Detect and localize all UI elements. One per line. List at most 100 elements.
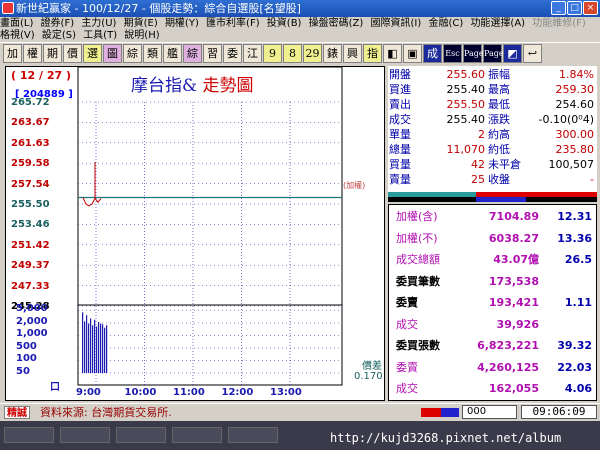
menu-screen[interactable]: 畫面(L) bbox=[0, 18, 33, 29]
maximize-button[interactable]: □ bbox=[567, 1, 582, 15]
code-input[interactable]: 000 bbox=[462, 405, 517, 419]
volume-bar bbox=[84, 321, 86, 373]
mini-bar-red bbox=[421, 408, 441, 417]
quote-row: 單量 2 約高 300.00 bbox=[388, 129, 597, 141]
taskbar-item[interactable] bbox=[4, 427, 54, 443]
volume-bar bbox=[96, 326, 98, 373]
price-tick: 257.54 bbox=[11, 178, 50, 190]
index-label: 委買張數 bbox=[396, 339, 440, 352]
tb-button-10[interactable]: 綜 bbox=[183, 44, 202, 63]
taskbar-item[interactable] bbox=[116, 427, 166, 443]
index-value: 7104.89 bbox=[488, 210, 539, 223]
taskbar-item[interactable] bbox=[228, 427, 278, 443]
menu-function-repair[interactable]: 功能維修(F) bbox=[532, 18, 586, 29]
menu-futures[interactable]: 期貨(E) bbox=[124, 18, 158, 29]
tb-button-11[interactable]: 習 bbox=[203, 44, 222, 63]
menu-help[interactable]: 說明(H) bbox=[124, 30, 159, 41]
quote-value: 255.50 bbox=[446, 98, 486, 111]
index-right: 22.03 bbox=[557, 360, 592, 374]
tb-button-18[interactable]: 興 bbox=[343, 44, 362, 63]
menu-options[interactable]: 期權(Y) bbox=[165, 18, 199, 29]
quote-value: 235.80 bbox=[555, 143, 595, 156]
menu-securities[interactable]: 證券(F) bbox=[41, 18, 75, 29]
index-panel: 加權(含) 7104.89 12.31 加權(不) 6038.27 13.36 成交… bbox=[388, 204, 597, 401]
volume-tick: 500 bbox=[16, 340, 37, 352]
tb-button-6[interactable]: 圖 bbox=[103, 44, 122, 63]
plot-frame bbox=[77, 67, 343, 386]
index-label: 加權(含) bbox=[396, 210, 438, 223]
return-icon[interactable]: ↩ bbox=[523, 44, 542, 63]
index-label: 成交 bbox=[396, 382, 418, 395]
tb-button-5[interactable]: 選 bbox=[83, 44, 102, 63]
brand-badge: 精誠 bbox=[4, 406, 30, 419]
menu-main-force[interactable]: 主力(U) bbox=[81, 18, 116, 29]
trend-chart-svg bbox=[77, 67, 343, 386]
layout-icon[interactable]: ◩ bbox=[503, 44, 522, 63]
tb-button-13[interactable]: 江 bbox=[243, 44, 262, 63]
index-right: 26.5 bbox=[564, 253, 592, 266]
menu-settings[interactable]: 設定(S) bbox=[42, 30, 76, 41]
index-label: 委賣 bbox=[396, 360, 418, 374]
tb-button-8[interactable]: 類 bbox=[143, 44, 162, 63]
tb-button-4[interactable]: 價 bbox=[63, 44, 82, 63]
tb-button-21[interactable]: ▣ bbox=[403, 44, 422, 63]
menu-view[interactable]: 格視(V) bbox=[0, 30, 35, 41]
index-row: 成交 162,055 4.06 bbox=[389, 380, 596, 398]
menu-trade-code[interactable]: 操盤密碼(Z) bbox=[309, 18, 364, 29]
price-tick: 263.67 bbox=[11, 117, 50, 129]
volume-tick: 1,000 bbox=[16, 328, 48, 339]
price-tick: 265.72 bbox=[11, 97, 50, 108]
menu-fx-rates[interactable]: 匯市利率(F) bbox=[206, 18, 260, 29]
tb-button-20[interactable]: ◧ bbox=[383, 44, 402, 63]
data-source: 資料來源: 台灣期貨交易所. bbox=[40, 406, 172, 419]
volume-bar bbox=[90, 318, 92, 373]
time-tick: 9:00 bbox=[76, 387, 101, 398]
app-window: 新世紀贏家 - 100/12/27 - 個股走勢：綜合自選股[名望股] _ □ … bbox=[0, 0, 600, 450]
volume-tick: 2,000 bbox=[16, 315, 48, 327]
tb-button-1[interactable]: 加 bbox=[3, 44, 22, 63]
volume-tick: 5,000 bbox=[16, 303, 48, 314]
taskbar-item[interactable] bbox=[172, 427, 222, 443]
index-value: 43.07億 bbox=[493, 253, 539, 266]
index-value: 6038.27 bbox=[488, 231, 539, 245]
page-down-button[interactable]: Page Down bbox=[483, 44, 507, 75]
volume-bar bbox=[88, 323, 90, 373]
taskbar-item[interactable] bbox=[60, 427, 110, 443]
esc-button[interactable]: Esc bbox=[443, 44, 462, 63]
menu-finance[interactable]: 金融(C) bbox=[428, 18, 463, 29]
quote-label: 成交 bbox=[389, 113, 411, 126]
index-value: 39,926 bbox=[496, 317, 539, 331]
index-label: 成交總額 bbox=[396, 253, 440, 266]
tb-button-15[interactable]: 8 bbox=[283, 44, 302, 63]
tb-button-2[interactable]: 權 bbox=[23, 44, 42, 63]
menu-international[interactable]: 國際資訊(I) bbox=[371, 18, 422, 29]
volume-bar bbox=[102, 324, 104, 373]
quote-label: 漲跌 bbox=[488, 113, 510, 126]
quote-label: 振幅 bbox=[488, 68, 510, 81]
page-up-button[interactable]: Page Up bbox=[463, 44, 484, 75]
quote-row: 買量 42 未平倉 100,507 bbox=[388, 159, 597, 171]
tb-button-9[interactable]: 艦 bbox=[163, 44, 182, 63]
tb-button-22[interactable]: 成 bbox=[423, 44, 442, 63]
tb-button-19[interactable]: 指 bbox=[363, 44, 382, 63]
time-tick: 11:00 bbox=[173, 387, 205, 398]
price-tick: 261.63 bbox=[11, 137, 50, 149]
tb-button-17[interactable]: 錶 bbox=[323, 44, 342, 63]
menu-tools[interactable]: 工具(T) bbox=[83, 30, 117, 41]
index-row: 委賣 193,421 1.11 bbox=[389, 294, 596, 312]
tb-button-7[interactable]: 綜 bbox=[123, 44, 142, 63]
title-bar: 新世紀贏家 - 100/12/27 - 個股走勢：綜合自選股[名望股] _ □ … bbox=[0, 0, 600, 17]
volume-bar bbox=[82, 312, 84, 373]
quote-row: 賣量 25 收盤 - bbox=[388, 174, 597, 186]
close-button[interactable]: × bbox=[583, 1, 598, 15]
tb-button-12[interactable]: 委 bbox=[223, 44, 242, 63]
minimize-button[interactable]: _ bbox=[551, 1, 566, 15]
quote-row: 賣出 255.50 最低 254.60 bbox=[388, 99, 597, 111]
volume-bar bbox=[92, 325, 94, 373]
quote-label: 開盤 bbox=[389, 68, 411, 81]
menu-investment[interactable]: 投資(B) bbox=[267, 18, 302, 29]
tb-button-16[interactable]: 29 bbox=[303, 44, 322, 63]
tb-button-3[interactable]: 期 bbox=[43, 44, 62, 63]
menu-function-select[interactable]: 功能選擇(A) bbox=[470, 18, 525, 29]
tb-button-14[interactable]: 9 bbox=[263, 44, 282, 63]
